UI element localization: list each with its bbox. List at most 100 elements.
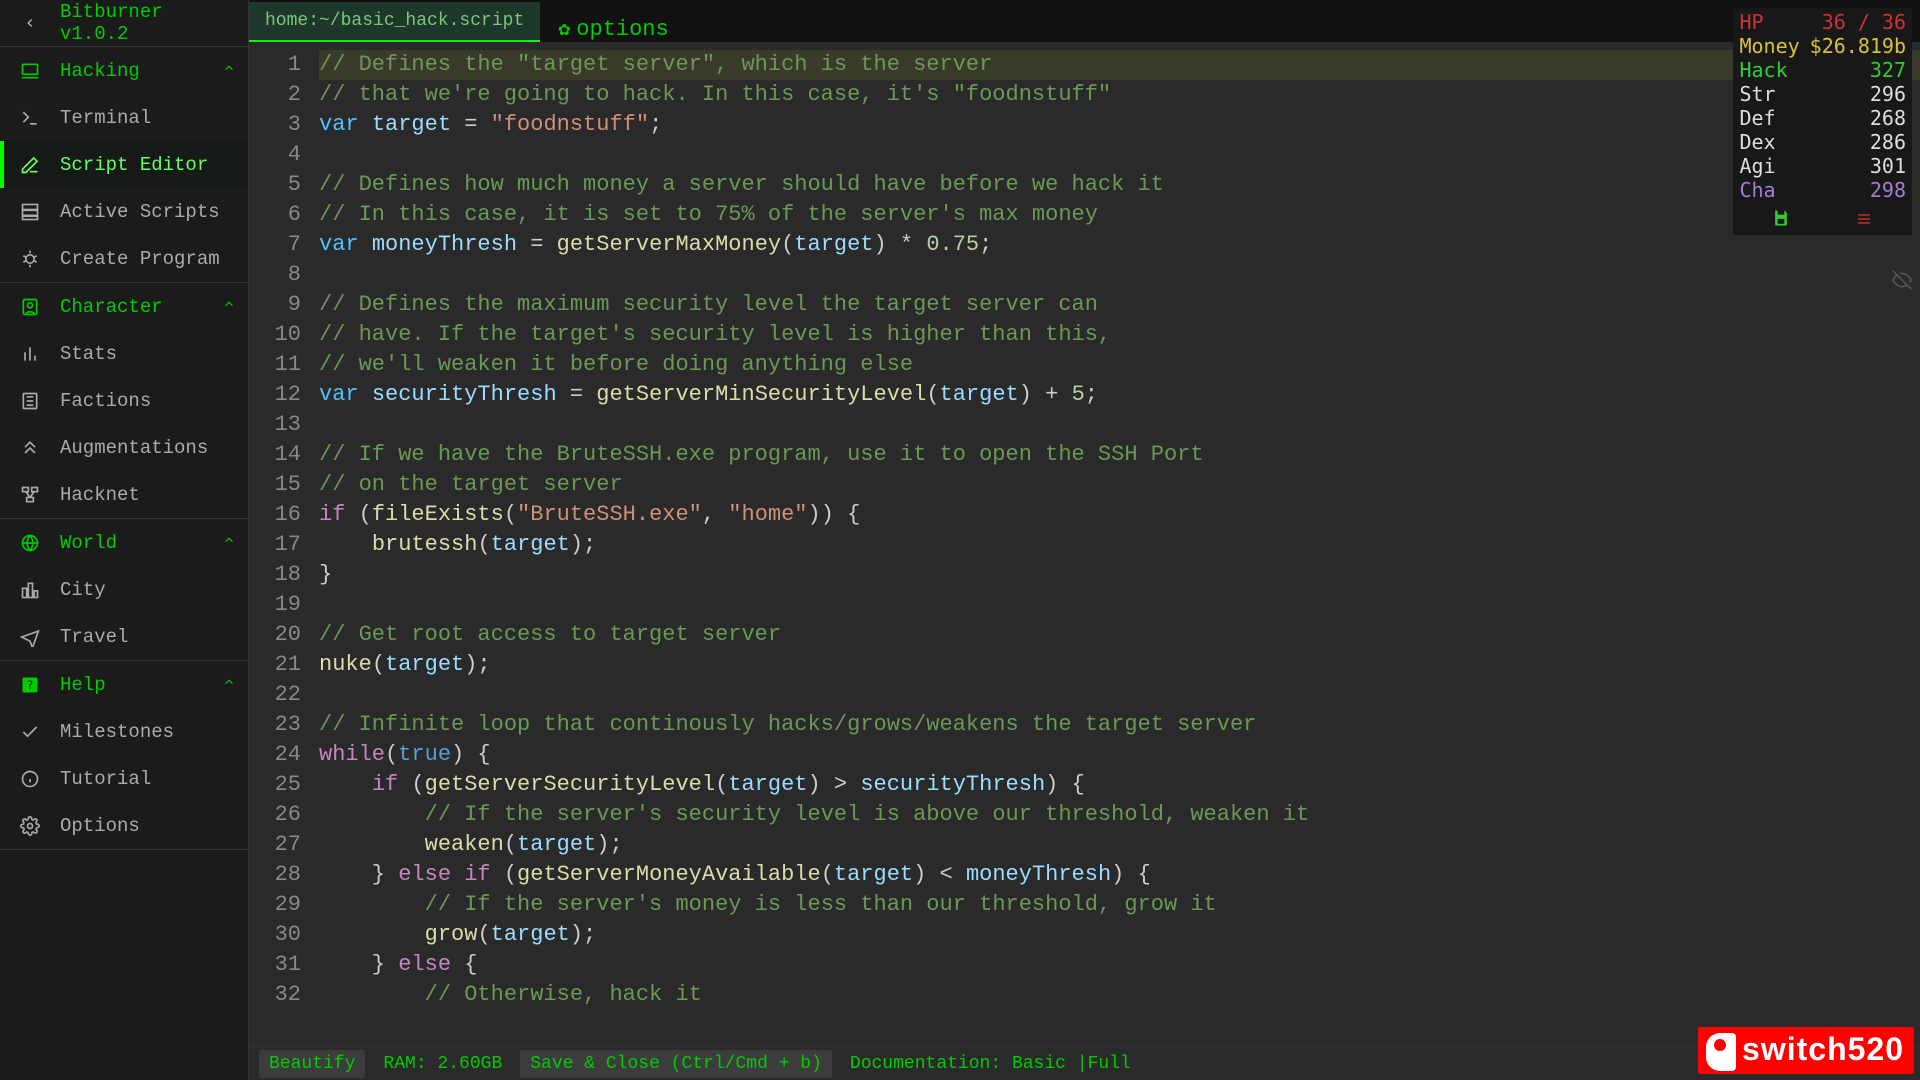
doc-full-link[interactable]: Full: [1088, 1054, 1131, 1074]
sidebar-item-city[interactable]: City: [0, 566, 248, 613]
stat-str: Str296: [1739, 82, 1906, 106]
sidebar-item-travel[interactable]: Travel: [0, 613, 248, 660]
code-line[interactable]: // Defines the "target server", which is…: [319, 50, 1920, 80]
kill-scripts-icon[interactable]: [1853, 208, 1875, 233]
sidebar-item-hacknet[interactable]: Hacknet: [0, 471, 248, 518]
code-line[interactable]: [319, 140, 1920, 170]
chevron-up-icon: [222, 61, 236, 81]
code-line[interactable]: [319, 680, 1920, 710]
code-line[interactable]: // on the target server: [319, 470, 1920, 500]
laptop-icon: [18, 61, 42, 81]
sidebar-item-stats[interactable]: Stats: [0, 330, 248, 377]
sidebar-item-options[interactable]: Options: [0, 802, 248, 849]
code-line[interactable]: // Otherwise, hack it: [319, 980, 1920, 1010]
info-icon: [18, 769, 42, 789]
sidebar-item-augmentations[interactable]: Augmentations: [0, 424, 248, 471]
stat-agi: Agi301: [1739, 154, 1906, 178]
code-line[interactable]: // In this case, it is set to 75% of the…: [319, 200, 1920, 230]
bug-icon: [18, 249, 42, 269]
tabbar: home:~/basic_hack.script ✿ options: [249, 0, 1920, 42]
stat-money: Money$26.819b: [1739, 34, 1906, 58]
plane-icon: [18, 627, 42, 647]
prompt-icon: [18, 108, 42, 128]
code-line[interactable]: } else {: [319, 950, 1920, 980]
sidebar-item-script-editor[interactable]: Script Editor: [0, 141, 248, 188]
code-line[interactable]: if (fileExists("BruteSSH.exe", "home")) …: [319, 500, 1920, 530]
sidebar-item-milestones[interactable]: Milestones: [0, 708, 248, 755]
app-title-row[interactable]: Bitburner v1.0.2: [0, 0, 248, 47]
network-icon: [18, 485, 42, 505]
code-line[interactable]: // If we have the BruteSSH.exe program, …: [319, 440, 1920, 470]
storage-icon: [18, 202, 42, 222]
globe-icon: [18, 533, 42, 553]
sidebar-item-tutorial[interactable]: Tutorial: [0, 755, 248, 802]
tab-file-label: home:~/basic_hack.script: [265, 11, 524, 31]
stat-hp: HP36 / 36: [1739, 10, 1906, 34]
beautify-button[interactable]: Beautify: [259, 1050, 365, 1078]
chevron-left-icon: [18, 16, 42, 30]
sidebar-item-terminal[interactable]: Terminal: [0, 94, 248, 141]
save-icon[interactable]: [1771, 208, 1791, 233]
code-line[interactable]: if (getServerSecurityLevel(target) > sec…: [319, 770, 1920, 800]
stat-dex: Dex286: [1739, 130, 1906, 154]
visibility-off-icon[interactable]: [1890, 270, 1914, 297]
id-badge-icon: [18, 297, 42, 317]
code-line[interactable]: // Defines the maximum security level th…: [319, 290, 1920, 320]
code-line[interactable]: // that we're going to hack. In this cas…: [319, 80, 1920, 110]
code-content[interactable]: // Defines the "target server", which is…: [319, 50, 1920, 1046]
tab-open-file[interactable]: home:~/basic_hack.script: [249, 2, 540, 42]
sidebar-section-hacking[interactable]: Hacking: [0, 47, 248, 94]
sidebar: Bitburner v1.0.2 HackingTerminalScript E…: [0, 0, 249, 1080]
pencil-icon: [18, 155, 42, 175]
code-line[interactable]: // If the server's money is less than ou…: [319, 890, 1920, 920]
code-line[interactable]: // Defines how much money a server shoul…: [319, 170, 1920, 200]
gear-icon: ✿: [558, 16, 570, 42]
code-line[interactable]: grow(target);: [319, 920, 1920, 950]
stat-cha: Cha298: [1739, 178, 1906, 202]
code-line[interactable]: // If the server's security level is abo…: [319, 800, 1920, 830]
code-line[interactable]: } else if (getServerMoneyAvailable(targe…: [319, 860, 1920, 890]
code-line[interactable]: [319, 590, 1920, 620]
switch520-watermark: switch520: [1698, 1027, 1914, 1074]
code-line[interactable]: var moneyThresh = getServerMaxMoney(targ…: [319, 230, 1920, 260]
code-line[interactable]: }: [319, 560, 1920, 590]
chevron-up-icon: [222, 297, 236, 317]
doc-basic-link[interactable]: Basic: [1012, 1054, 1066, 1074]
sidebar-item-factions[interactable]: Factions: [0, 377, 248, 424]
bar-chart-icon: [18, 344, 42, 364]
sidebar-section-character[interactable]: Character: [0, 283, 248, 330]
code-editor[interactable]: 1234567891011121314151617181920212223242…: [249, 42, 1920, 1046]
watermark-label: switch520: [1742, 1031, 1904, 1067]
chevron-up-icon: [222, 675, 236, 695]
city-icon: [18, 580, 42, 600]
code-line[interactable]: var securityThresh = getServerMinSecurit…: [319, 380, 1920, 410]
check-icon: [18, 722, 42, 742]
svg-text:?: ?: [26, 678, 33, 692]
editor-options-label: options: [576, 17, 668, 42]
editor-options-link[interactable]: ✿ options: [540, 16, 686, 42]
code-line[interactable]: // have. If the target's security level …: [319, 320, 1920, 350]
gear-icon: [18, 816, 42, 836]
line-number-gutter: 1234567891011121314151617181920212223242…: [249, 50, 319, 1046]
code-line[interactable]: var target = "foodnstuff";: [319, 110, 1920, 140]
sidebar-section-world[interactable]: World: [0, 519, 248, 566]
save-close-button[interactable]: Save & Close (Ctrl/Cmd + b): [520, 1050, 832, 1078]
code-line[interactable]: brutessh(target);: [319, 530, 1920, 560]
code-line[interactable]: [319, 260, 1920, 290]
help-icon: ?: [18, 675, 42, 695]
code-line[interactable]: [319, 410, 1920, 440]
code-line[interactable]: // we'll weaken it before doing anything…: [319, 350, 1920, 380]
double-up-icon: [18, 438, 42, 458]
sidebar-section-help[interactable]: ?Help: [0, 661, 248, 708]
code-line[interactable]: // Infinite loop that continously hacks/…: [319, 710, 1920, 740]
ram-usage-label: RAM: 2.60GB: [383, 1054, 502, 1074]
sidebar-item-create-program[interactable]: Create Program: [0, 235, 248, 282]
editor-status-bar: Beautify RAM: 2.60GB Save & Close (Ctrl/…: [249, 1046, 1920, 1080]
sidebar-item-active-scripts[interactable]: Active Scripts: [0, 188, 248, 235]
code-line[interactable]: // Get root access to target server: [319, 620, 1920, 650]
player-stats-panel: HP36 / 36Money$26.819bHack327Str296Def26…: [1733, 8, 1912, 235]
code-line[interactable]: weaken(target);: [319, 830, 1920, 860]
code-line[interactable]: while(true) {: [319, 740, 1920, 770]
contacts-icon: [18, 391, 42, 411]
code-line[interactable]: nuke(target);: [319, 650, 1920, 680]
